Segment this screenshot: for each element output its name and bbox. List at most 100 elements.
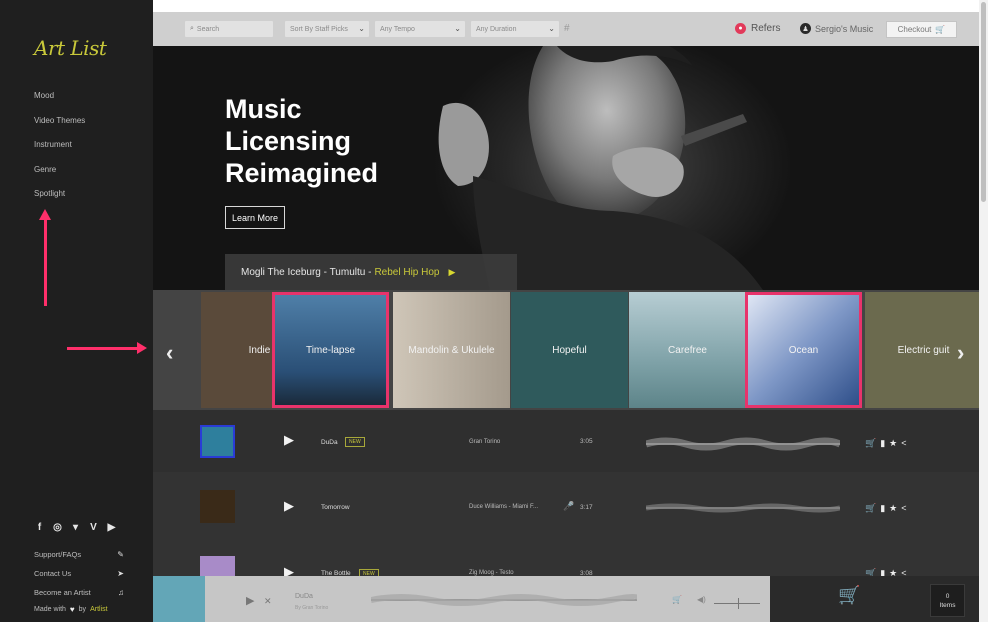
- player-waveform[interactable]: [371, 592, 637, 608]
- track-artist[interactable]: Duce Williams - Miami F...: [469, 504, 538, 510]
- sidebar-item-mood[interactable]: Mood: [34, 90, 85, 115]
- carousel-next-button[interactable]: ›: [957, 340, 964, 366]
- refers-label: Refers: [751, 23, 781, 34]
- track-artist[interactable]: Gran Torino: [469, 439, 500, 445]
- hash-icon[interactable]: #: [564, 23, 570, 34]
- search-icon: ⌕: [190, 25, 194, 32]
- hero-title: Music Licensing Reimagined: [225, 93, 455, 189]
- checkout-label: Checkout: [897, 25, 932, 34]
- vimeo-icon[interactable]: V: [88, 522, 99, 533]
- track-row[interactable]: ▶ DuDa NEW Gran Torino 3:05 🛒 ▮ ★ <: [153, 410, 979, 472]
- audio-player: ▶ ✕ DuDa By Gran Torino 🛒 ◀): [153, 576, 770, 622]
- track-waveform[interactable]: [646, 499, 840, 517]
- volume-slider-knob[interactable]: [738, 598, 739, 609]
- app-root: Art List Mood Video Themes Instrument Ge…: [0, 0, 988, 622]
- contact-link[interactable]: Contact Us ➤: [34, 564, 124, 583]
- track-duration: 3:05: [580, 438, 593, 445]
- annotation-arrow-up: [39, 209, 51, 306]
- carousel-tile-mandolin[interactable]: Mandolin & Ukulele: [393, 292, 510, 408]
- track-actions: 🛒 ▮ ★ <: [865, 503, 907, 514]
- hero-title-line: Music: [225, 94, 302, 124]
- track-duration: 3:17: [580, 504, 593, 511]
- chevron-down-icon: ⌄: [454, 24, 461, 33]
- track-name[interactable]: Tomorrow: [321, 504, 350, 511]
- refers-link[interactable]: ● Refers: [735, 23, 780, 34]
- sidebar-item-video-themes[interactable]: Video Themes: [34, 115, 85, 140]
- sidebar-item-instrument[interactable]: Instrument: [34, 139, 85, 164]
- star-icon[interactable]: ★: [889, 438, 897, 449]
- cart-icon[interactable]: 🛒: [865, 503, 876, 514]
- star-icon[interactable]: ★: [889, 503, 897, 514]
- wrench-icon: ✎: [117, 550, 124, 559]
- support-link[interactable]: Support/FAQs ✎: [34, 545, 124, 564]
- tile-label: Carefree: [668, 344, 707, 356]
- hero-title-line: Licensing: [225, 126, 352, 156]
- hero-banner: Music Licensing Reimagined Learn More Mo…: [153, 46, 979, 290]
- social-links: f ◎ ▾ V ▶: [34, 522, 117, 533]
- page-scrollbar-thumb[interactable]: [981, 2, 986, 202]
- play-icon[interactable]: ▶: [284, 432, 294, 448]
- now-playing-genre[interactable]: Rebel Hip Hop: [374, 267, 439, 278]
- new-badge: NEW: [345, 437, 365, 447]
- microphone-icon: 🎤: [563, 501, 575, 511]
- carousel-tile-hopeful[interactable]: Hopeful: [511, 292, 628, 408]
- tile-label: Time-lapse: [305, 344, 356, 356]
- cart-items-button[interactable]: 0 Items: [930, 584, 965, 617]
- tempo-select[interactable]: Any Tempo ⌄: [375, 21, 465, 37]
- sidebar: Art List Mood Video Themes Instrument Ge…: [0, 0, 153, 622]
- checkout-button[interactable]: Checkout 🛒: [886, 21, 957, 38]
- category-carousel: Indie Time-lapse Mandolin & Ukulele Hope…: [153, 290, 979, 410]
- track-list: ▶ DuDa NEW Gran Torino 3:05 🛒 ▮ ★ < ▶ To…: [153, 410, 979, 589]
- heart-icon: ♥: [69, 604, 75, 614]
- carousel-tile-ocean[interactable]: Ocean: [745, 292, 862, 408]
- track-waveform[interactable]: [646, 435, 840, 453]
- track-thumbnail: [200, 490, 235, 523]
- made-with-name[interactable]: Artlist: [90, 606, 108, 613]
- cart-icon[interactable]: 🛒: [672, 595, 682, 604]
- track-name[interactable]: DuDa: [321, 439, 338, 446]
- tile-label: Mandolin & Ukulele: [408, 344, 495, 356]
- twitter-icon[interactable]: ▾: [70, 522, 81, 533]
- sort-select[interactable]: Sort By Staff Picks ⌄: [285, 21, 369, 37]
- close-icon[interactable]: ✕: [264, 596, 272, 607]
- duration-select[interactable]: Any Duration ⌄: [471, 21, 559, 37]
- made-with-prefix: Made with: [34, 605, 66, 613]
- tempo-value: Any Tempo: [380, 25, 415, 33]
- facebook-icon[interactable]: f: [34, 522, 45, 533]
- share-icon[interactable]: <: [901, 503, 906, 514]
- user-menu[interactable]: ♟ Sergio's Music: [800, 23, 873, 34]
- music-note-icon: ♫: [118, 588, 124, 597]
- carousel-tile-time-lapse[interactable]: Time-lapse: [272, 292, 389, 408]
- cart-items-label: Items: [939, 601, 956, 609]
- carousel-tile-carefree[interactable]: Carefree: [629, 292, 746, 408]
- play-icon[interactable]: ▶: [448, 267, 455, 278]
- cart-count: 0: [945, 592, 950, 600]
- gift-icon: ●: [735, 23, 746, 34]
- volume-icon[interactable]: ◀): [697, 595, 706, 604]
- player-track-name: DuDa: [295, 593, 313, 600]
- logo[interactable]: Art List: [34, 36, 107, 60]
- learn-more-button[interactable]: Learn More: [225, 206, 286, 229]
- volume-slider[interactable]: [714, 603, 760, 604]
- folder-icon[interactable]: ▮: [880, 503, 885, 514]
- now-playing-track: Mogli The Iceburg - Tumultu -: [241, 266, 372, 278]
- track-row[interactable]: ▶ Tomorrow Duce Williams - Miami F... 🎤 …: [153, 476, 979, 538]
- sort-value: Sort By Staff Picks: [290, 25, 348, 33]
- sidebar-item-genre[interactable]: Genre: [34, 164, 85, 189]
- youtube-icon[interactable]: ▶: [106, 522, 117, 533]
- chevron-down-icon: ⌄: [358, 24, 365, 33]
- now-playing-bar[interactable]: Mogli The Iceburg - Tumultu - Rebel Hip …: [225, 254, 517, 290]
- instagram-icon[interactable]: ◎: [52, 522, 63, 533]
- play-icon[interactable]: ▶: [246, 594, 254, 607]
- search-input[interactable]: ⌕ Search: [185, 21, 273, 37]
- carousel-prev-button[interactable]: ‹: [166, 340, 173, 366]
- become-artist-link[interactable]: Become an Artist ♫: [34, 583, 124, 602]
- contact-label: Contact Us: [34, 569, 72, 578]
- cart-icon[interactable]: 🛒: [865, 438, 876, 449]
- folder-icon[interactable]: ▮: [880, 438, 885, 449]
- track-row[interactable]: ▶ The Bottle NEW Zig Moog - Testo 3:08 🛒…: [153, 542, 979, 589]
- cart-icon: 🛒: [838, 585, 861, 605]
- user-label: Sergio's Music: [815, 23, 874, 34]
- play-icon[interactable]: ▶: [284, 498, 294, 514]
- share-icon[interactable]: <: [901, 438, 906, 449]
